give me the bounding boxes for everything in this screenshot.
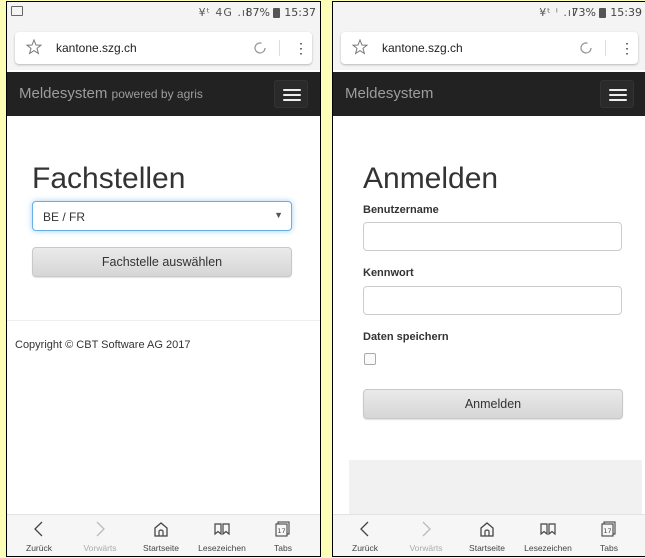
tabs-icon: 17	[275, 521, 290, 537]
home-button[interactable]: Startseite	[131, 515, 191, 556]
footer-panel	[349, 460, 642, 516]
home-label: Startseite	[143, 543, 179, 553]
brand-subtitle: powered by agris	[111, 87, 203, 101]
back-arrow-icon	[360, 521, 369, 537]
divider	[7, 320, 320, 321]
select-value: BE / FR	[43, 210, 86, 224]
login-button[interactable]: Anmelden	[363, 389, 623, 419]
tabs-label: Tabs	[274, 543, 292, 553]
clock: 15:39	[610, 6, 642, 19]
battery-percent: 87%	[245, 6, 270, 19]
brand-name: Meldesystem	[19, 85, 108, 102]
home-button[interactable]: Startseite	[457, 515, 517, 556]
home-icon	[154, 522, 168, 537]
back-arrow-icon	[34, 521, 43, 537]
reload-icon[interactable]	[252, 40, 268, 56]
url-text[interactable]: kantone.szg.ch	[382, 41, 463, 55]
back-button[interactable]: Zurück	[9, 515, 69, 556]
address-box[interactable]: kantone.szg.ch ⋮	[15, 32, 312, 64]
navbar-brand[interactable]: Meldesystem	[345, 85, 433, 102]
tabs-button[interactable]: 17 Tabs	[579, 515, 639, 556]
back-button[interactable]: Zurück	[335, 515, 395, 556]
page-title: Anmelden	[363, 162, 499, 195]
battery-percent: 73%	[571, 6, 596, 19]
clock: 15:37	[284, 6, 316, 19]
fachstelle-select[interactable]: BE / FR ▼	[32, 201, 292, 231]
notification-icon	[11, 6, 23, 16]
browser-bottom-bar: Zurück Vorwärts Startseite Lesezeichen 1…	[7, 514, 320, 556]
browser-bottom-bar: Zurück Vorwärts Startseite Lesezeichen 1…	[333, 514, 645, 556]
browser-url-bar: kantone.szg.ch ⋮	[333, 24, 645, 70]
divider	[605, 40, 606, 56]
forward-arrow-icon	[422, 521, 431, 537]
site-navbar: Meldesystem	[333, 72, 645, 116]
url-text[interactable]: kantone.szg.ch	[56, 41, 137, 55]
svg-text:17: 17	[603, 527, 611, 535]
footer-copyright: Copyright © CBT Software AG 2017	[15, 339, 191, 351]
phone-screenshot-anmelden: ¥ᵗ ⁱ .ıl 73% 15:39 kantone.szg.ch ⋮ Meld…	[332, 1, 645, 557]
divider	[279, 40, 280, 56]
tabs-icon: 17	[601, 521, 616, 537]
address-box[interactable]: kantone.szg.ch ⋮	[341, 32, 638, 64]
bookmarks-label: Lesezeichen	[524, 543, 572, 553]
reload-icon[interactable]	[578, 40, 594, 56]
status-bar: ¥ᵗ ⁱ .ıl 73% 15:39	[333, 2, 645, 24]
brand-name: Meldesystem	[345, 85, 434, 102]
back-label: Zurück	[352, 543, 378, 553]
overflow-menu-icon[interactable]: ⋮	[620, 39, 634, 57]
bookmarks-icon	[214, 523, 230, 536]
hamburger-menu-button[interactable]	[274, 80, 308, 108]
browser-url-bar: kantone.szg.ch ⋮	[7, 24, 320, 70]
chevron-down-icon: ▼	[274, 210, 283, 220]
hamburger-menu-button[interactable]	[600, 80, 634, 108]
navbar-brand[interactable]: Meldesystem powered by agris	[19, 85, 203, 102]
password-input[interactable]	[363, 286, 622, 315]
home-label: Startseite	[469, 543, 505, 553]
site-navbar: Meldesystem powered by agris	[7, 72, 320, 116]
bookmark-star-icon[interactable]	[352, 39, 368, 55]
username-label: Benutzername	[363, 204, 439, 216]
select-fachstelle-button[interactable]: Fachstelle auswählen	[32, 247, 292, 277]
overflow-menu-icon[interactable]: ⋮	[294, 39, 308, 57]
bookmarks-icon	[540, 523, 556, 536]
forward-button[interactable]: Vorwärts	[70, 515, 130, 556]
tabs-label: Tabs	[600, 543, 618, 553]
signal-icons: ¥ᵗ 4G .ıl	[198, 6, 250, 19]
signal-icons: ¥ᵗ ⁱ .ıl	[539, 6, 576, 19]
password-label: Kennwort	[363, 267, 414, 279]
battery-icon	[599, 8, 606, 18]
back-label: Zurück	[26, 543, 52, 553]
battery-icon	[273, 8, 280, 18]
bookmarks-button[interactable]: Lesezeichen	[518, 515, 578, 556]
forward-label: Vorwärts	[409, 543, 443, 553]
page-title: Fachstellen	[32, 162, 186, 195]
forward-arrow-icon	[96, 521, 105, 537]
phone-screenshot-fachstellen: ¥ᵗ 4G .ıl 87% 15:37 kantone.szg.ch ⋮ Mel…	[6, 1, 321, 557]
svg-text:17: 17	[277, 527, 285, 535]
bookmarks-label: Lesezeichen	[198, 543, 246, 553]
forward-button[interactable]: Vorwärts	[396, 515, 456, 556]
home-icon	[480, 522, 494, 537]
bookmarks-button[interactable]: Lesezeichen	[192, 515, 252, 556]
username-input[interactable]	[363, 222, 622, 251]
remember-checkbox[interactable]	[364, 353, 376, 365]
status-bar: ¥ᵗ 4G .ıl 87% 15:37	[7, 2, 320, 24]
forward-label: Vorwärts	[83, 543, 117, 553]
tabs-button[interactable]: 17 Tabs	[253, 515, 313, 556]
remember-label: Daten speichern	[363, 331, 449, 343]
bookmark-star-icon[interactable]	[26, 39, 42, 55]
